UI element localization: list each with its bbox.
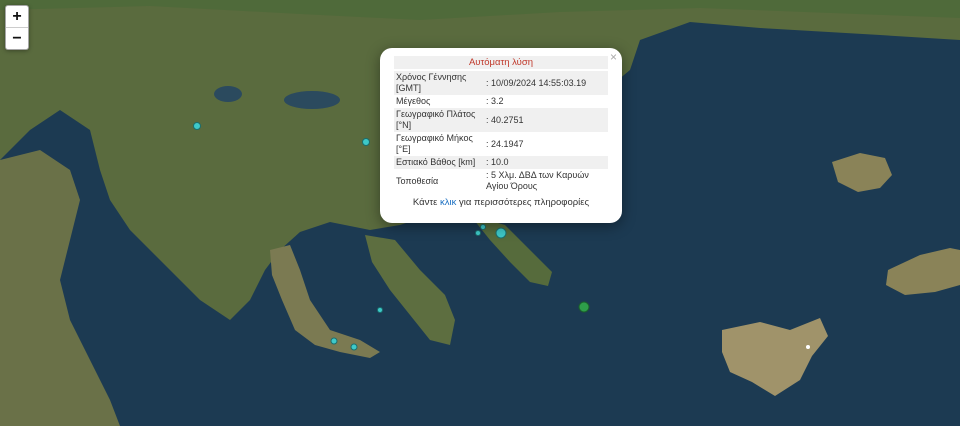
lake xyxy=(214,86,242,102)
row-label: Χρόνος Γέννησης [GMT] xyxy=(394,71,484,95)
row-value: : 3.2 xyxy=(486,96,504,106)
row-value: : 40.2751 xyxy=(484,108,608,132)
popup-title: Αυτόματη λύση xyxy=(394,56,608,69)
table-row: Εστιακό Βάθος [km] : 10.0 xyxy=(394,156,608,169)
popup-details-table: Χρόνος Γέννησης [GMT] : 10/09/2024 14:55… xyxy=(394,71,608,193)
close-icon[interactable]: × xyxy=(610,50,617,64)
row-label: Εστιακό Βάθος [km] xyxy=(394,156,484,169)
earthquake-popup: × Αυτόματη λύση Χρόνος Γέννησης [GMT] : … xyxy=(380,48,622,223)
row-value: : 24.1947 xyxy=(486,138,524,149)
footer-text-after: για περισσότερες πληροφορίες xyxy=(456,197,590,208)
zoom-in-button[interactable]: + xyxy=(6,6,28,27)
quake-marker-selected[interactable] xyxy=(495,227,507,239)
row-label: Γεωγραφικό Μήκος [°E] xyxy=(396,133,473,154)
table-row: Γεωγραφικό Μήκος [°E] : 24.1947 xyxy=(394,132,608,156)
zoom-control: + − xyxy=(5,5,29,50)
row-label: Μέγεθος xyxy=(396,96,431,106)
row-label: Τοποθεσία xyxy=(396,175,439,186)
more-info-link[interactable]: κλικ xyxy=(440,197,456,208)
row-label: Γεωγραφικό Πλάτος [°N] xyxy=(394,108,484,132)
quake-marker[interactable] xyxy=(480,224,486,230)
epicenter-marker[interactable] xyxy=(578,301,590,313)
table-row: Γεωγραφικό Πλάτος [°N] : 40.2751 xyxy=(394,108,608,132)
quake-marker[interactable] xyxy=(350,343,358,351)
footer-text-before: Κάντε xyxy=(412,197,440,208)
row-value: : 10/09/2024 14:55:03.19 xyxy=(484,71,608,95)
table-row: Μέγεθος : 3.2 xyxy=(394,95,608,108)
quake-marker[interactable] xyxy=(193,122,201,130)
zoom-out-button[interactable]: − xyxy=(6,27,28,49)
row-value: : 10.0 xyxy=(484,156,608,169)
table-row: Χρόνος Γέννησης [GMT] : 10/09/2024 14:55… xyxy=(394,71,608,95)
row-value: : 5 Χλμ. ΔΒΔ των Καρυών Αγίου Όρους xyxy=(486,170,589,191)
quake-marker[interactable] xyxy=(806,345,810,349)
popup-footer: Κάντε κλικ για περισσότερες πληροφορίες xyxy=(394,197,608,208)
lake xyxy=(284,91,340,109)
quake-marker[interactable] xyxy=(475,230,481,236)
quake-marker[interactable] xyxy=(377,307,383,313)
table-row: Τοποθεσία : 5 Χλμ. ΔΒΔ των Καρυών Αγίου … xyxy=(394,169,608,193)
quake-marker[interactable] xyxy=(362,138,370,146)
quake-marker[interactable] xyxy=(330,337,338,345)
